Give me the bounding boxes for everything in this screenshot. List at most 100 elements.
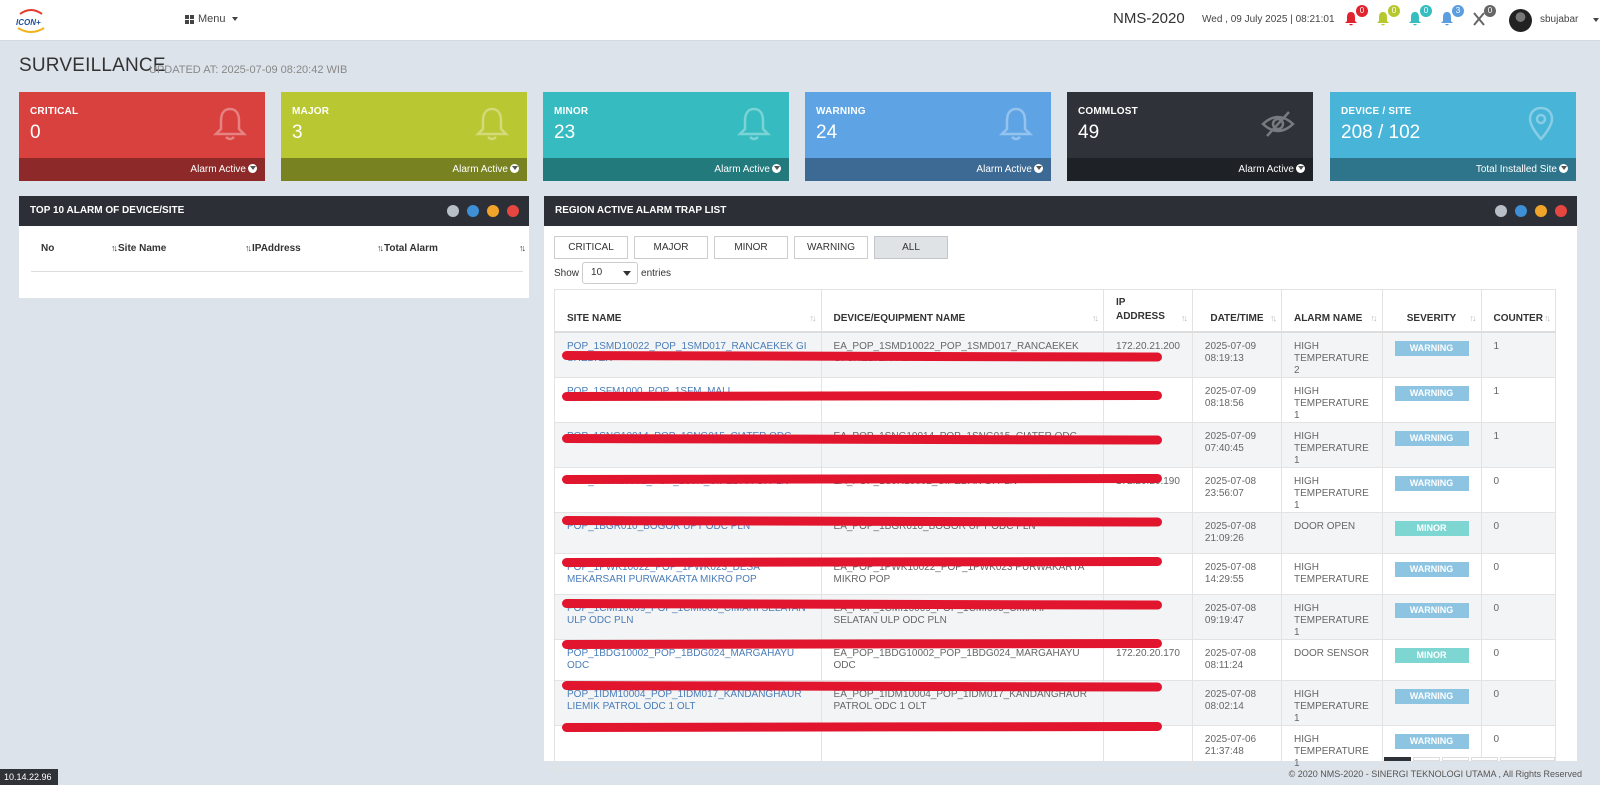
severity-badge[interactable]: WARNING xyxy=(1394,475,1469,491)
cell-datetime: 2025-07-08 14:29:55 xyxy=(1191,552,1282,595)
col-header-site-name[interactable]: Site Name xyxy=(118,243,166,254)
notification-bell-1[interactable]: 0 xyxy=(1376,5,1400,31)
icon-plus-logo[interactable]: ICON+ xyxy=(14,8,48,34)
filter-warning-button[interactable]: WARNING xyxy=(794,236,868,259)
sort-icon[interactable]: ↑↓ xyxy=(1371,313,1378,323)
sort-icon[interactable]: ↑↓ xyxy=(519,243,526,253)
sort-icon[interactable]: ↑↓ xyxy=(1470,313,1477,323)
severity-badge[interactable]: WARNING xyxy=(1394,561,1469,577)
sort-icon[interactable]: ↑↓ xyxy=(1544,313,1551,323)
severity-badge[interactable]: WARNING xyxy=(1394,385,1469,401)
notification-bell-3[interactable]: 3 xyxy=(1440,5,1464,31)
cell-ip-address xyxy=(1102,724,1193,771)
minimize-icon[interactable] xyxy=(487,205,499,217)
sort-icon[interactable]: ↑↓ xyxy=(377,243,384,253)
card-footer-link[interactable]: Alarm Active xyxy=(805,158,1051,181)
pagination-next[interactable] xyxy=(1500,757,1555,761)
card-footer-link[interactable]: Alarm Active xyxy=(281,158,527,181)
col-header-severity[interactable]: SEVERITY ↑↓ xyxy=(1381,289,1482,333)
col-header-counter[interactable]: COUNTER ↑↓ xyxy=(1480,289,1556,333)
table-row[interactable]: POP_1SNG10014_POP_1SNG015_CIATER ODCEA_P… xyxy=(554,421,1556,468)
cell-time: 23:56:07 xyxy=(1204,487,1244,499)
pagination-page[interactable] xyxy=(1471,757,1498,761)
card-footer-label: Alarm Active xyxy=(976,164,1032,175)
alarm-name-line: DOOR OPEN xyxy=(1293,520,1356,532)
col-header-ipaddress[interactable]: IPAddress xyxy=(252,243,301,254)
severity-badge[interactable]: WARNING xyxy=(1394,602,1469,618)
cell-alarm-name: HIGH TEMPERATURE 1 xyxy=(1280,724,1383,771)
pagination-page[interactable] xyxy=(1442,757,1469,761)
refresh-icon[interactable] xyxy=(1515,205,1527,217)
stat-card-minor[interactable]: MINOR 23 Alarm Active xyxy=(543,92,789,181)
cell-alarm-name: HIGH TEMPERATURE 2 xyxy=(1280,331,1383,378)
card-value: 49 xyxy=(1078,122,1100,143)
col-header-no[interactable]: No xyxy=(41,243,54,254)
main-menu-dropdown[interactable]: Menu xyxy=(185,13,238,25)
sort-icon[interactable]: ↑↓ xyxy=(245,243,252,253)
col-header-site-name[interactable]: SITE NAME ↑↓ xyxy=(554,289,822,333)
user-avatar[interactable] xyxy=(1509,9,1532,32)
username[interactable]: sbujabar xyxy=(1540,14,1578,25)
notification-commlost-4[interactable]: 0 xyxy=(1472,5,1496,31)
close-icon[interactable] xyxy=(1555,205,1567,217)
col-header-total-alarm[interactable]: Total Alarm xyxy=(384,243,438,254)
column-label: SITE NAME xyxy=(567,312,622,324)
col-header-device-equipment-name[interactable]: DEVICE/EQUIPMENT NAME ↑↓ xyxy=(820,289,1104,333)
notification-bell-0[interactable]: 0 xyxy=(1344,5,1368,31)
sort-icon[interactable]: ↑↓ xyxy=(111,243,118,253)
region-alarm-panel: REGION ACTIVE ALARM TRAP LIST CRITICAL MA… xyxy=(544,196,1577,771)
filter-all-button[interactable]: ALL xyxy=(874,236,948,259)
close-icon[interactable] xyxy=(507,205,519,217)
severity-badge[interactable]: WARNING xyxy=(1394,430,1469,446)
card-value: 0 xyxy=(30,122,41,143)
stat-card-device-site[interactable]: DEVICE / SITE 208 / 102 Total Installed Si… xyxy=(1330,92,1576,181)
entries-select[interactable]: 10 xyxy=(582,262,639,284)
col-header-ip-address[interactable]: IP ADDRESS ↑↓ xyxy=(1102,289,1193,333)
notification-count-badge: 0 xyxy=(1388,5,1400,17)
chevron-circle-down-icon xyxy=(248,164,257,173)
stat-card-commlost[interactable]: COMMLOST 49 Alarm Active xyxy=(1067,92,1313,181)
severity-badge[interactable]: MINOR xyxy=(1394,647,1469,663)
bell-icon xyxy=(999,107,1033,141)
alarm-name-line: HIGH xyxy=(1293,340,1319,352)
notification-bell-2[interactable]: 0 xyxy=(1408,5,1432,31)
grid-icon xyxy=(185,14,194,24)
filter-major-button[interactable]: MAJOR xyxy=(634,236,708,259)
pagination-current[interactable] xyxy=(1384,757,1411,761)
alarm-name-line: HIGH xyxy=(1293,385,1319,397)
cell-date: 2025-07-08 xyxy=(1204,647,1257,659)
settings-icon[interactable] xyxy=(447,205,459,217)
current-datetime: Wed , 09 July 2025 | 08:21:01 xyxy=(1202,14,1335,25)
cell-severity: WARNING xyxy=(1381,376,1482,423)
card-footer-link[interactable]: Alarm Active xyxy=(543,158,789,181)
redaction-mark xyxy=(561,391,1163,402)
severity-badge[interactable]: MINOR xyxy=(1394,520,1469,536)
sort-icon[interactable]: ↑↓ xyxy=(1270,313,1277,323)
severity-badge[interactable]: WARNING xyxy=(1394,688,1469,704)
sort-icon[interactable]: ↑↓ xyxy=(1092,313,1099,323)
cell-time: 09:19:47 xyxy=(1204,614,1244,626)
pagination-page[interactable] xyxy=(1413,757,1440,761)
refresh-icon[interactable] xyxy=(467,205,479,217)
cell-site-name[interactable]: POP_1SNG10014_POP_1SNG015_CIATER ODC xyxy=(554,421,822,468)
alarm-name-line: TEMPERATURE 1 xyxy=(1293,397,1369,421)
minimize-icon[interactable] xyxy=(1535,205,1547,217)
stat-card-critical[interactable]: CRITICAL 0 Alarm Active xyxy=(19,92,265,181)
user-menu-caret-icon[interactable] xyxy=(1593,18,1599,22)
eye-slash-icon xyxy=(1261,111,1295,137)
stat-card-major[interactable]: MAJOR 3 Alarm Active xyxy=(281,92,527,181)
card-footer-link[interactable]: Alarm Active xyxy=(1067,158,1313,181)
filter-minor-button[interactable]: MINOR xyxy=(714,236,788,259)
col-header-date-time[interactable]: DATE/TIME ↑↓ xyxy=(1191,289,1282,333)
card-footer-link[interactable]: Total Installed Site xyxy=(1330,158,1576,181)
filter-critical-button[interactable]: CRITICAL xyxy=(554,236,628,259)
severity-badge[interactable]: WARNING xyxy=(1394,340,1469,356)
col-header-alarm-name[interactable]: ALARM NAME ↑↓ xyxy=(1280,289,1383,333)
stat-card-warning[interactable]: WARNING 24 Alarm Active xyxy=(805,92,1051,181)
card-footer-link[interactable]: Alarm Active xyxy=(19,158,265,181)
sort-icon[interactable]: ↑↓ xyxy=(810,313,817,323)
sort-icon[interactable]: ↑↓ xyxy=(1181,313,1188,323)
settings-icon[interactable] xyxy=(1495,205,1507,217)
severity-badge[interactable]: WARNING xyxy=(1394,733,1469,749)
top-navbar: ICON+ Menu NMS-2020 Wed , 09 July 2025 |… xyxy=(0,0,1600,41)
